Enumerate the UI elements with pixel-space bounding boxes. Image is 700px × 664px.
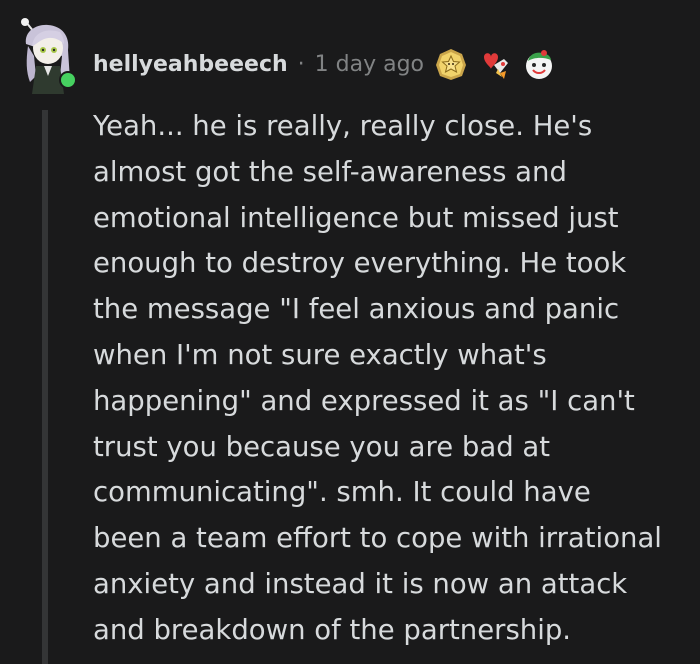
- comment-body-line: almost got the self-awareness and: [93, 155, 567, 188]
- wholesome-face-award-icon[interactable]: [522, 47, 556, 81]
- comment-body-line: trust you because you are bad at: [93, 430, 551, 463]
- comment-body-line: when I'm not sure exactly what's: [93, 338, 547, 371]
- comment-body-line: Yeah... he is really, really close. He's: [93, 110, 593, 142]
- thread-collapse-line[interactable]: [42, 110, 48, 664]
- meta-separator: ·: [297, 51, 305, 77]
- rocket-heart-award-icon[interactable]: [478, 47, 512, 81]
- comment: hellyeahbeeech · 1 day ago Yeah... he is…: [0, 0, 700, 664]
- avatar[interactable]: [16, 16, 77, 94]
- comment-body-line: been a team effort to cope with irration…: [93, 522, 662, 555]
- gold-star-award-icon[interactable]: [434, 47, 468, 81]
- awards-list: [434, 47, 556, 81]
- comment-body-line: the message "I feel anxious and panic: [93, 293, 620, 326]
- comment-body-line: anxiety and instead it is now an attack: [93, 567, 628, 600]
- comment-body-line: and breakdown of the partnership.: [93, 613, 572, 646]
- comment-header: hellyeahbeeech · 1 day ago: [93, 44, 556, 84]
- comment-body: Yeah... he is really, really close. He's…: [93, 104, 693, 654]
- comment-body-line: emotional intelligence but missed just: [93, 201, 619, 234]
- online-status-indicator: [61, 73, 75, 87]
- username-link[interactable]: hellyeahbeeech: [93, 52, 288, 77]
- comment-body-line: communicating". smh. It could have: [93, 476, 591, 509]
- timestamp-link[interactable]: 1 day ago: [315, 52, 424, 77]
- avatar-icon: [21, 18, 77, 94]
- comment-body-line: happening" and expressed it as "I can't: [93, 384, 635, 417]
- comment-body-line: enough to destroy everything. He took: [93, 247, 627, 280]
